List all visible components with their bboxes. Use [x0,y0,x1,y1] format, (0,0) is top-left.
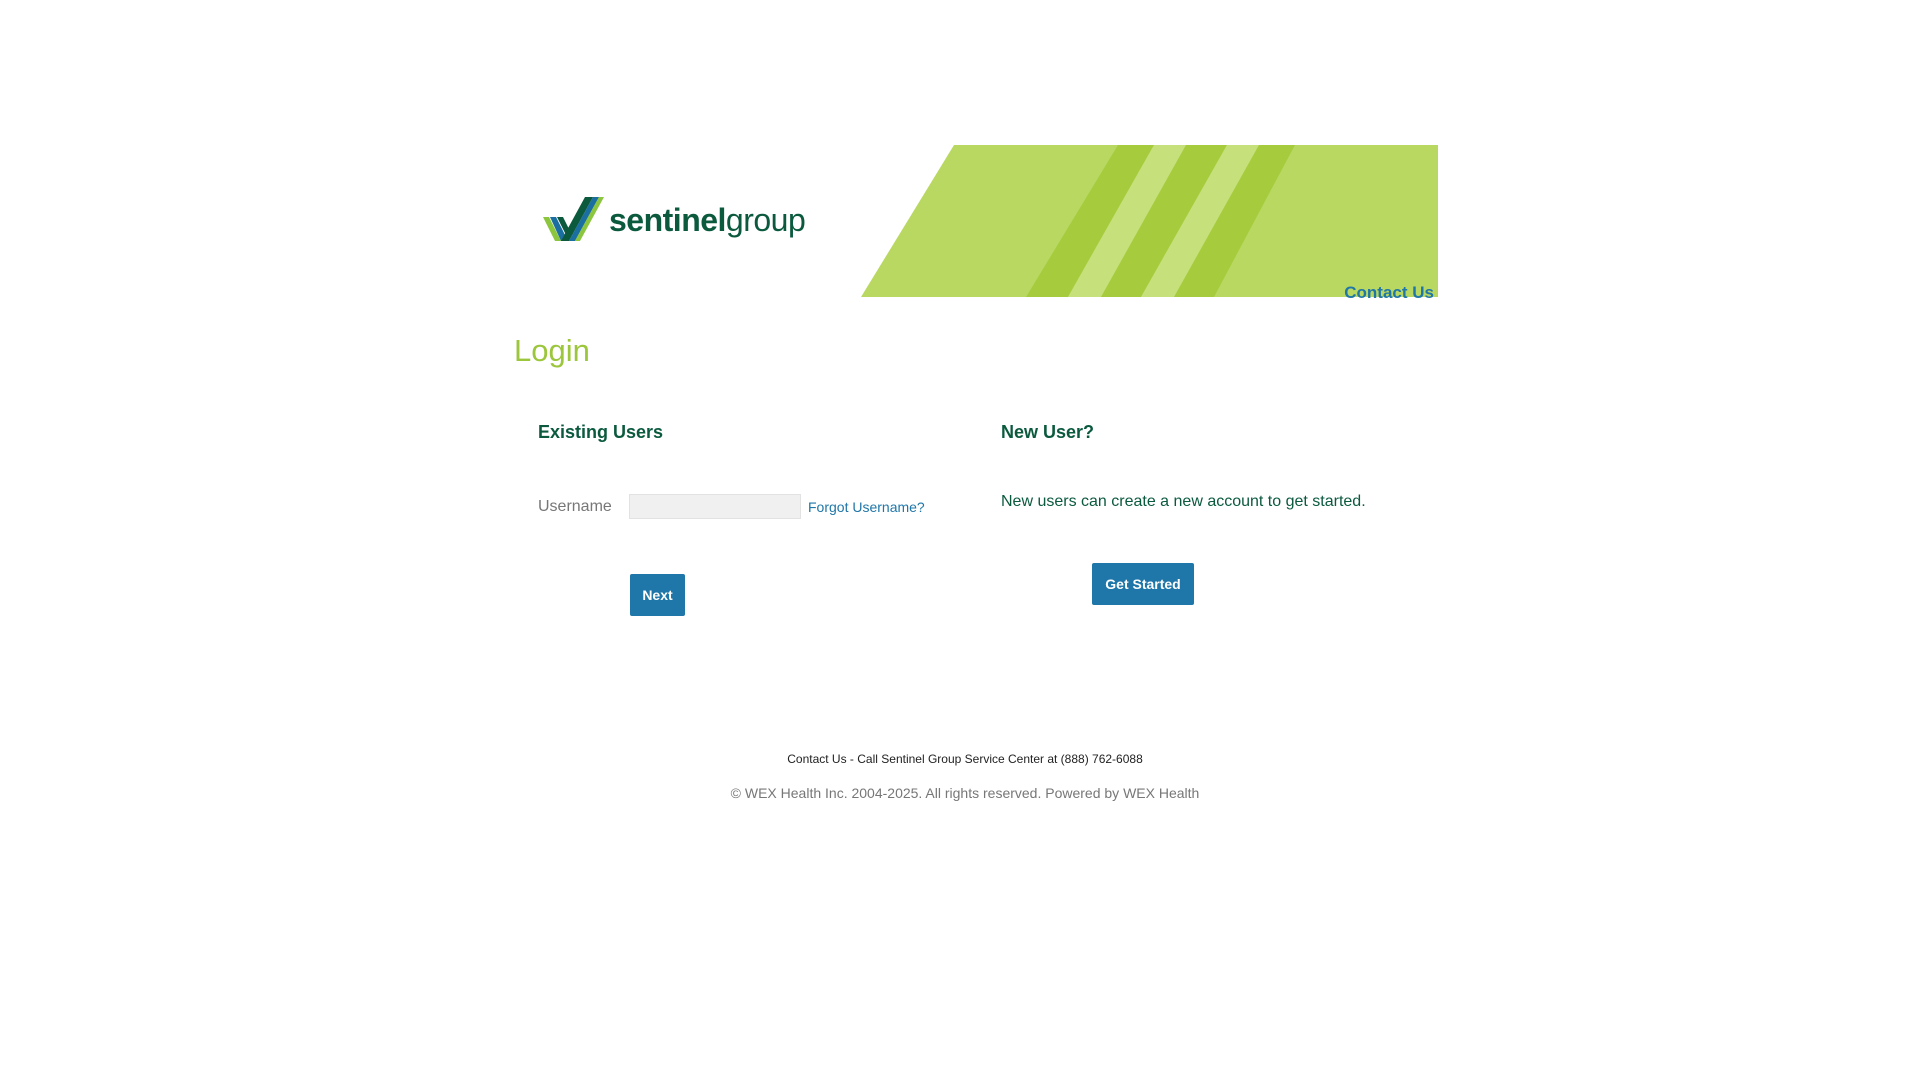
forgot-username-link[interactable]: Forgot Username? [808,499,925,515]
sentinel-checkmark-logo-icon [543,197,604,241]
logo-text-light: group [725,202,806,238]
footer-copyright: © WEX Health Inc. 2004-2025. All rights … [730,785,1200,801]
username-label: Username [538,497,612,515]
header-banner-graphic [861,145,1438,297]
new-user-heading: New User? [1001,422,1095,442]
username-row: Username Forgot Username? [538,494,925,519]
page-title: Login [514,333,590,368]
new-user-section: New User? New users can create a new acc… [1001,422,1421,605]
username-input[interactable] [629,494,801,519]
footer-contact-info: Contact Us - Call Sentinel Group Service… [787,752,1143,766]
site-header: sentinelgroup Contact Us [513,145,1438,302]
new-user-description: New users can create a new account to ge… [1001,493,1366,510]
logo-text-bold: sentinel [609,202,726,238]
logo-wordmark: sentinelgroup [609,195,806,245]
existing-users-heading: Existing Users [538,422,664,442]
login-page: sentinelgroup Contact Us Login Existing … [0,0,1920,1080]
get-started-button[interactable]: Get Started [1092,563,1194,605]
next-button[interactable]: Next [630,574,685,616]
contact-us-link[interactable]: Contact Us [1344,283,1434,303]
sentinel-group-logo: sentinelgroup [541,195,811,245]
existing-users-section: Existing Users Username Forgot Username?… [538,422,958,616]
